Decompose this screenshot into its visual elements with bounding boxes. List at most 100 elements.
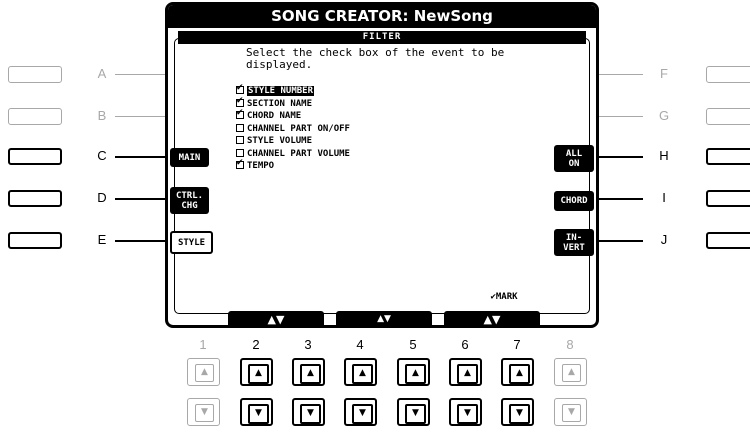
arrow-down-icon: ▼ <box>509 404 530 424</box>
button-1-down[interactable]: ▼ <box>187 398 220 426</box>
invert-label-2: VERT <box>563 242 585 253</box>
arrow-down-icon: ▼ <box>457 404 478 424</box>
event-label: STYLE VOLUME <box>247 136 313 146</box>
mark-label: ✔MARK <box>490 292 518 302</box>
button-b[interactable] <box>8 108 62 125</box>
button-7-down[interactable]: ▼ <box>501 398 534 426</box>
button-1-up[interactable]: ▲ <box>187 358 220 386</box>
event-item[interactable]: CHANNEL PART VOLUME <box>236 148 350 161</box>
line-e <box>115 240 171 242</box>
button-i[interactable] <box>706 190 750 207</box>
button-f[interactable] <box>706 66 750 83</box>
button-6-up[interactable]: ▲ <box>449 358 482 386</box>
event-label: STYLE NUMBER <box>247 86 315 96</box>
check-mark-icon: ✔ <box>236 108 244 118</box>
button-2-up[interactable]: ▲ <box>240 358 273 386</box>
arrow-up-icon: ▲ <box>509 364 530 384</box>
label-h: H <box>659 148 669 163</box>
number-label: 3 <box>304 337 312 352</box>
bottom-tab-2[interactable]: ▲▼ <box>336 311 432 325</box>
event-item[interactable]: ✔ SECTION NAME <box>236 95 312 111</box>
unchecked-box-icon[interactable] <box>236 136 244 144</box>
screen-title: SONG CREATOR: NewSong <box>168 5 596 28</box>
main-button[interactable]: MAIN <box>170 148 209 167</box>
ctrl-chg-button[interactable]: CTRL. CHG <box>170 187 209 214</box>
button-j[interactable] <box>706 232 750 249</box>
event-item[interactable]: STYLE VOLUME <box>236 135 312 148</box>
button-2-down[interactable]: ▼ <box>240 398 273 426</box>
button-c[interactable] <box>8 148 62 165</box>
tab-filter[interactable]: FILTER <box>178 31 586 44</box>
button-a[interactable] <box>8 66 62 83</box>
line-d <box>115 198 171 200</box>
arrow-down-icon: ▼ <box>300 404 321 424</box>
number-label: 1 <box>199 337 207 352</box>
unchecked-box-icon[interactable] <box>236 148 244 157</box>
event-item[interactable]: ✔ CHORD NAME <box>236 108 302 123</box>
arrow-up-icon: ▲ <box>248 364 269 384</box>
button-8-down[interactable]: ▼ <box>554 398 587 426</box>
button-e[interactable] <box>8 232 62 249</box>
chord-label: CHORD <box>560 196 588 206</box>
all-on-label-1: ALL <box>565 148 583 159</box>
button-3-down[interactable]: ▼ <box>292 398 325 426</box>
ctrl-chg-label-1: CTRL. <box>175 190 204 201</box>
checked-box-icon[interactable]: ✔ <box>236 83 244 94</box>
number-label: 7 <box>513 337 521 352</box>
button-3-up[interactable]: ▲ <box>292 358 325 386</box>
style-label: STYLE <box>177 237 206 248</box>
chord-button[interactable]: CHORD <box>554 191 594 211</box>
button-h[interactable] <box>706 148 750 165</box>
all-on-button[interactable]: ALL ON <box>554 145 594 172</box>
button-7-up[interactable]: ▲ <box>501 358 534 386</box>
label-g: G <box>658 108 670 123</box>
event-label: CHANNEL PART ON/OFF <box>247 123 350 134</box>
filter-panel <box>174 38 590 314</box>
label-d: D <box>97 190 107 205</box>
unchecked-box-icon[interactable] <box>236 123 244 132</box>
button-5-up[interactable]: ▲ <box>397 358 430 386</box>
button-d[interactable] <box>8 190 62 207</box>
label-b: B <box>97 108 107 123</box>
number-label: 5 <box>409 337 417 352</box>
number-label: 8 <box>566 337 574 352</box>
bottom-tab-3[interactable]: ▲▼ <box>444 311 540 325</box>
label-a: A <box>97 66 107 81</box>
button-4-up[interactable]: ▲ <box>344 358 377 386</box>
button-4-down[interactable]: ▼ <box>344 398 377 426</box>
label-i: I <box>662 190 666 205</box>
bottom-tab-1[interactable]: ▲▼ <box>228 311 324 325</box>
button-5-down[interactable]: ▼ <box>397 398 430 426</box>
event-label: CHANNEL PART VOLUME <box>247 148 350 159</box>
checked-box-icon[interactable]: ✔ <box>236 95 244 107</box>
main-label: MAIN <box>178 152 201 163</box>
event-label: TEMPO <box>247 161 275 171</box>
invert-button[interactable]: IN- VERT <box>554 229 594 256</box>
arrow-up-icon: ▲ <box>405 364 426 384</box>
instruction-text: Select the check box of the event to be … <box>246 46 505 71</box>
line-f <box>599 74 643 75</box>
line-a <box>115 74 165 75</box>
button-6-down[interactable]: ▼ <box>449 398 482 426</box>
label-f: F <box>660 66 668 81</box>
button-8-up[interactable]: ▲ <box>554 358 587 386</box>
button-g[interactable] <box>706 108 750 125</box>
event-item[interactable]: ✔ TEMPO <box>236 158 275 173</box>
line-c <box>115 156 171 158</box>
arrow-up-icon: ▲ <box>300 364 321 384</box>
all-on-label-2: ON <box>568 158 580 169</box>
check-mark-icon: ✔ <box>236 95 244 106</box>
check-mark-icon: ✔ <box>236 83 244 93</box>
style-button[interactable]: STYLE <box>170 231 213 254</box>
checked-box-icon[interactable]: ✔ <box>236 158 244 169</box>
event-item[interactable]: ✔ STYLE NUMBER <box>236 83 315 98</box>
checked-box-icon[interactable]: ✔ <box>236 108 244 119</box>
label-c: C <box>97 148 107 163</box>
event-item[interactable]: CHANNEL PART ON/OFF <box>236 123 350 136</box>
arrow-up-icon: ▲ <box>457 364 478 384</box>
check-mark-icon: ✔ <box>236 158 244 168</box>
number-label: 6 <box>461 337 469 352</box>
line-g <box>599 116 643 117</box>
event-label: CHORD NAME <box>247 111 302 121</box>
lcd-screen: SONG CREATOR: NewSong FILTER Select the … <box>165 2 599 328</box>
